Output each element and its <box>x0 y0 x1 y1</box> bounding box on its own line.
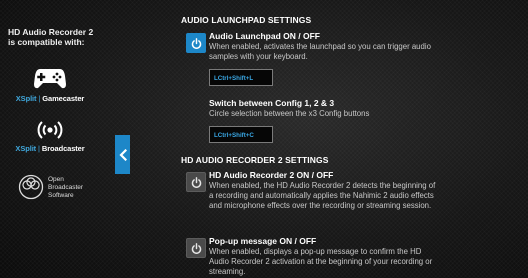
launchpad-shortcut-field[interactable]: LCtrl+Shift+L <box>209 69 273 86</box>
obs-line-1: Open <box>48 176 64 183</box>
power-icon <box>191 176 201 188</box>
switch-config-desc: Circle selection between the x3 Config b… <box>209 109 370 118</box>
launchpad-power-button[interactable] <box>186 33 206 53</box>
recorder-toggle-title: HD Audio Recorder 2 ON / OFF <box>209 170 334 180</box>
compatibility-title: HD Audio Recorder 2 is compatible with: <box>8 27 94 47</box>
chevron-left-icon <box>118 148 127 161</box>
obs-logo: Open Broadcaster Software <box>18 174 98 204</box>
collapse-panel-button[interactable] <box>115 135 130 174</box>
switch-config-title: Switch between Config 1, 2 & 3 <box>209 98 335 108</box>
xsplit-broadcaster-logo: XSplit | Broadcaster <box>0 118 100 153</box>
broadcaster-brand: XSplit <box>15 144 37 153</box>
launchpad-toggle-desc: When enabled, activates the launchpad so… <box>209 42 431 61</box>
switch-config-shortcut-field[interactable]: LCtrl+Shift+C <box>209 126 273 143</box>
obs-line-3: Software <box>48 192 74 199</box>
launchpad-toggle-title: Audio Launchpad ON / OFF <box>209 31 320 41</box>
recorder-section-title: HD AUDIO RECORDER 2 SETTINGS <box>181 155 329 165</box>
popup-toggle-title: Pop-up message ON / OFF <box>209 236 317 246</box>
gamecaster-brand: XSplit <box>15 94 37 103</box>
broadcaster-product: Broadcaster <box>41 144 85 153</box>
popup-power-button[interactable] <box>186 238 206 258</box>
xsplit-gamecaster-logo: XSplit | Gamecaster <box>0 66 100 103</box>
recorder-toggle-desc: When enabled, the HD Audio Recorder 2 de… <box>209 181 436 210</box>
power-icon <box>191 37 201 49</box>
broadcast-icon <box>37 121 63 139</box>
obs-logo-icon <box>18 174 44 200</box>
recorder-power-button[interactable] <box>186 172 206 192</box>
gamepad-icon <box>34 69 66 89</box>
compatibility-panel: HD Audio Recorder 2 is compatible with: … <box>0 0 100 278</box>
gamecaster-product: Gamecaster <box>42 94 85 103</box>
popup-toggle-desc: When enabled, displays a pop-up message … <box>209 247 433 276</box>
power-icon <box>191 242 201 254</box>
settings-window: HD Audio Recorder 2 is compatible with: … <box>0 0 528 278</box>
launchpad-section-title: AUDIO LAUNCHPAD SETTINGS <box>181 15 312 25</box>
obs-line-2: Broadcaster <box>48 184 84 191</box>
